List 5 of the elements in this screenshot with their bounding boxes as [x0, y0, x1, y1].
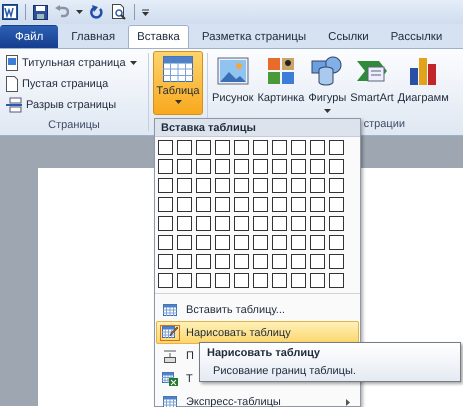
tooltip-title: Нарисовать таблицу	[207, 347, 321, 359]
group-label: страции	[364, 118, 405, 130]
tooltip-description: Рисование границ таблицы.	[212, 365, 357, 377]
group-label: Страницы	[47, 118, 101, 132]
menu-header: Вставка таблицы	[155, 119, 360, 137]
